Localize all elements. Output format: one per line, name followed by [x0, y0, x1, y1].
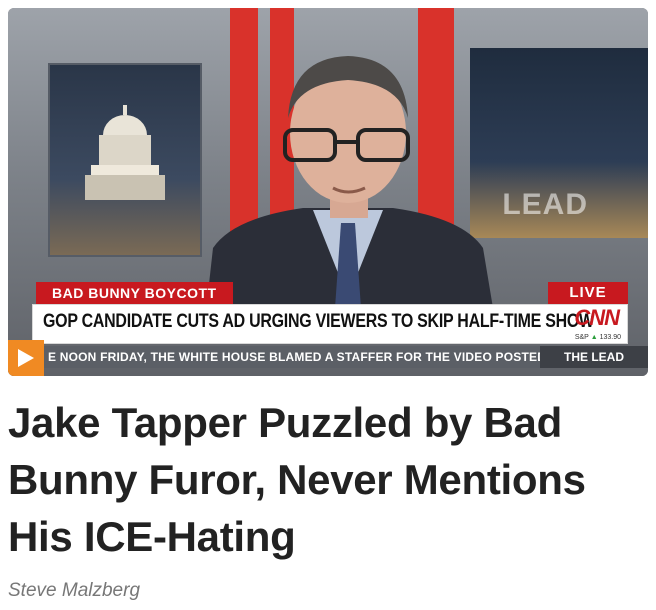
chyron-kicker: BAD BUNNY BOYCOTT	[36, 282, 233, 304]
ticker-text: E NOON FRIDAY, THE WHITE HOUSE BLAMED A …	[48, 350, 558, 364]
stock-up-icon: ▲	[590, 334, 598, 341]
play-icon	[18, 349, 34, 367]
stock-label: S&P	[574, 334, 589, 341]
chyron-headline: GOP CANDIDATE CUTS AD URGING VIEWERS TO …	[43, 311, 594, 332]
stock-value: 133.90	[599, 334, 621, 341]
capitol-dome-icon	[85, 105, 165, 200]
chyron: BAD BUNNY BOYCOTT LIVE GOP CANDIDATE CUT…	[8, 268, 648, 376]
play-button[interactable]	[8, 340, 44, 376]
studio-screen-capitol	[48, 63, 202, 257]
show-name: THE LEAD	[540, 346, 648, 368]
video-player[interactable]: LEAD BAD BUNNY BOYCOTT LIVE GOP CANDIDAT…	[8, 8, 648, 376]
chyron-headline-bar: GOP CANDIDATE CUTS AD URGING VIEWERS TO …	[32, 304, 628, 344]
stock-readout: S&P ▲ 133.90	[575, 334, 621, 341]
news-ticker: E NOON FRIDAY, THE WHITE HOUSE BLAMED A …	[8, 346, 648, 368]
live-badge: LIVE	[548, 282, 628, 304]
background-wall-text: LEAD	[502, 188, 588, 221]
network-logo: CNN	[574, 305, 620, 330]
article-author: Steve Malzberg	[8, 580, 141, 601]
article-title[interactable]: Jake Tapper Puzzled by Bad Bunny Furor, …	[8, 394, 648, 565]
